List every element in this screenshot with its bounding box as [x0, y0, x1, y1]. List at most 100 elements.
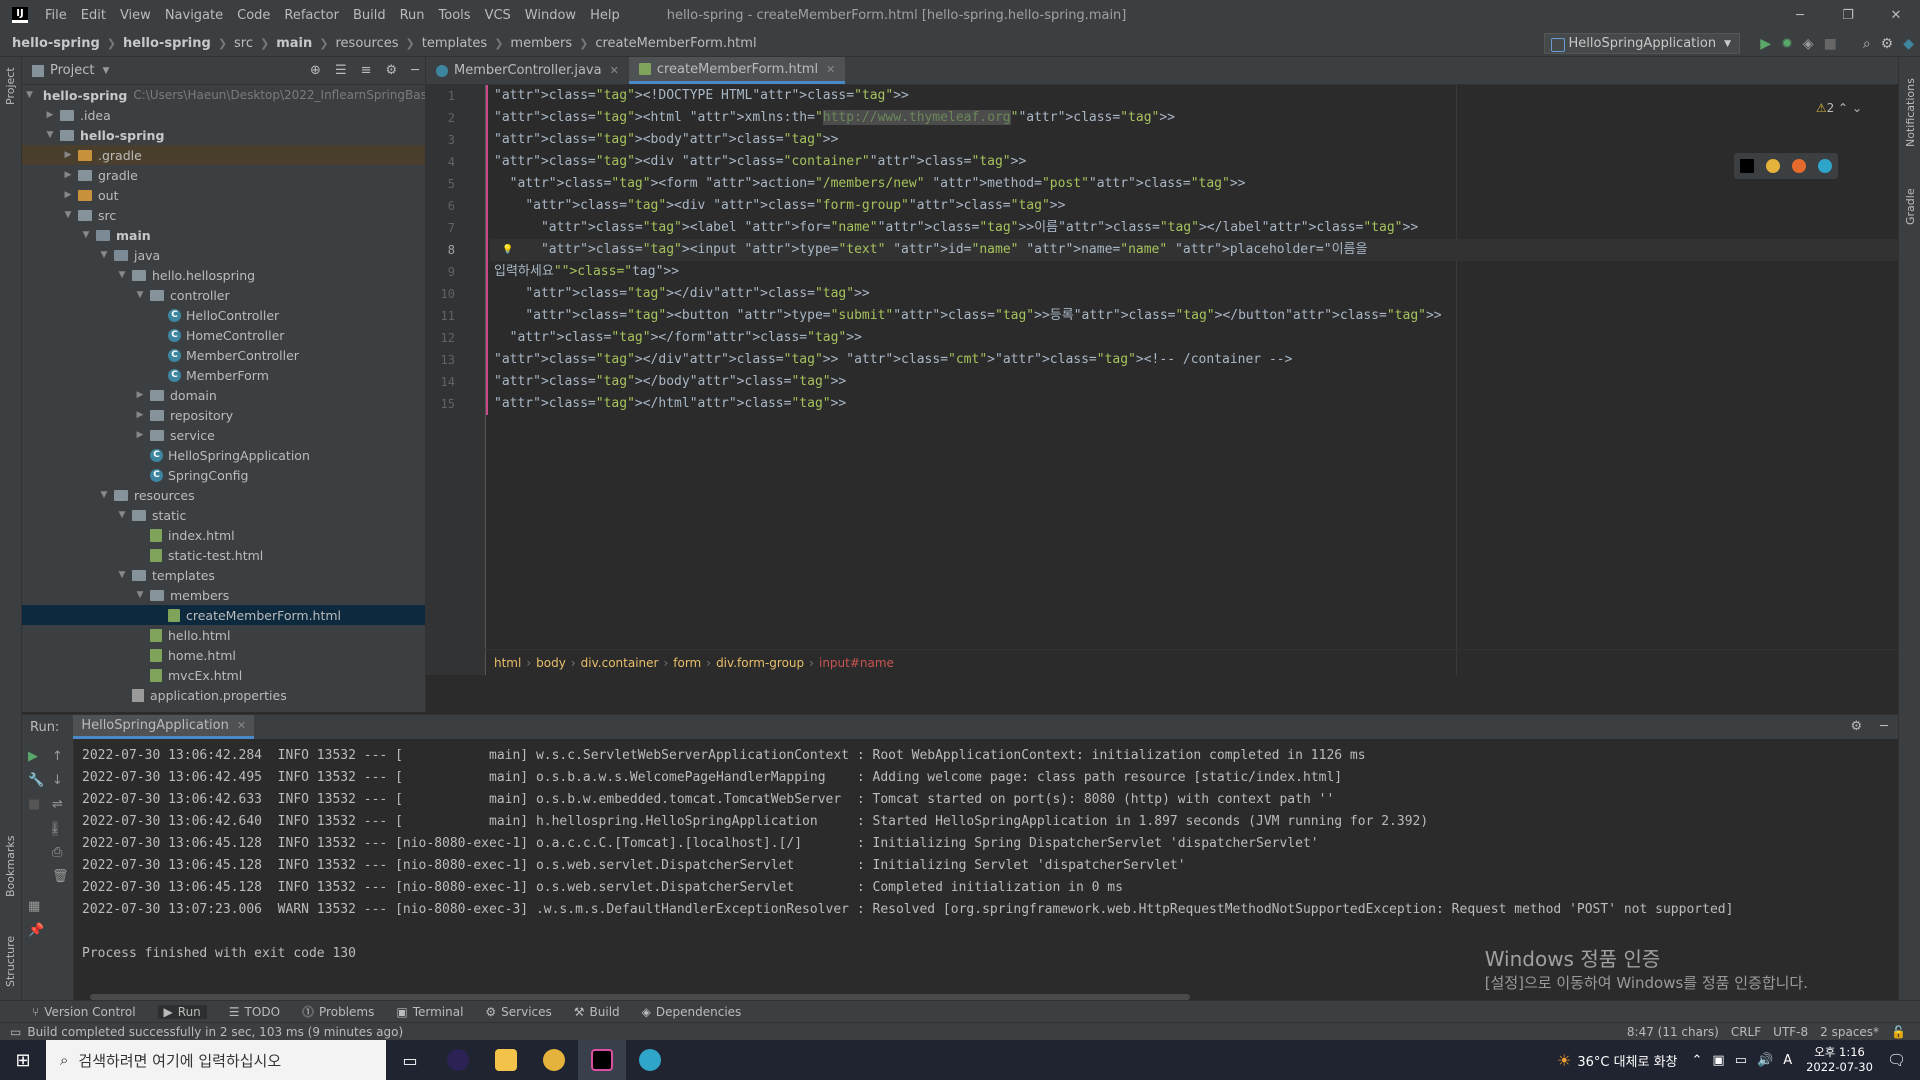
breadcrumb-item[interactable]: createMemberForm.html	[595, 36, 756, 51]
chevron-right-icon[interactable]: ▶	[44, 110, 56, 120]
stop-icon[interactable]: ■	[1824, 36, 1837, 52]
project-panel-title[interactable]: Project	[50, 63, 94, 78]
toolwindow-problems[interactable]: ⓵ Problems	[302, 1003, 374, 1020]
pin-icon[interactable]: 📌	[28, 923, 44, 938]
toolwindow-terminal[interactable]: ▣ Terminal	[396, 1005, 463, 1019]
intellij-browser-icon[interactable]	[1740, 159, 1754, 173]
gear-icon[interactable]: ⚙	[1881, 36, 1894, 52]
chevron-right-icon[interactable]: ▶	[134, 410, 146, 420]
gear-icon[interactable]: ⚙	[1851, 719, 1863, 734]
toolwindow-run[interactable]: ▶ Run	[157, 1004, 207, 1019]
tree-node[interactable]: ▶ .idea	[22, 105, 425, 125]
code-lines[interactable]: "attr">class="tag"><!DOCTYPE HTML"attr">…	[490, 85, 1898, 415]
chevron-right-icon[interactable]: ▶	[62, 190, 74, 200]
chevron-down-icon[interactable]: ▼	[102, 66, 109, 76]
search-icon[interactable]: ⌕	[1863, 36, 1871, 52]
print-icon[interactable]: ⎙	[52, 845, 62, 860]
tree-node[interactable]: ▼ main	[22, 225, 425, 245]
project-toolwindow-tab[interactable]: Project	[4, 67, 17, 105]
toolwindow-version-control[interactable]: ⑂ Version Control	[32, 1005, 136, 1019]
chevron-down-icon[interactable]: ▼	[98, 250, 110, 260]
tree-node[interactable]: C HelloController	[22, 305, 425, 325]
tree-node[interactable]: ▼ controller	[22, 285, 425, 305]
structure-path-item[interactable]: input#name	[819, 656, 894, 670]
toolwindow-services[interactable]: ⚙ Services	[485, 1005, 551, 1019]
clock[interactable]: 오후 1:16 2022-07-30	[1806, 1045, 1873, 1075]
tree-node[interactable]: C SpringConfig	[22, 465, 425, 485]
toolwindow-dependencies[interactable]: ◈ Dependencies	[642, 1005, 742, 1019]
gradle-toolwindow-tab[interactable]: Gradle	[1904, 188, 1917, 225]
code-line[interactable]: "attr">class="tag"><!DOCTYPE HTML"attr">…	[490, 85, 1898, 107]
tree-node[interactable]: ▼ hello.hellospring	[22, 265, 425, 285]
tree-node[interactable]: ▼ hello-spring	[22, 125, 425, 145]
code-line[interactable]: "attr">class="tag"></form"attr">class="t…	[490, 327, 1898, 349]
breadcrumb-item[interactable]: main	[276, 36, 312, 51]
expand-all-icon[interactable]: ☰	[335, 63, 347, 78]
windows-start-icon[interactable]: ⊞	[0, 1040, 46, 1080]
tree-node[interactable]: ▼ java	[22, 245, 425, 265]
tree-node[interactable]: home.html	[22, 645, 425, 665]
tree-node[interactable]: ▼ templates	[22, 565, 425, 585]
chevron-down-icon[interactable]: ▼	[116, 570, 128, 580]
chevron-right-icon[interactable]: ▶	[62, 150, 74, 160]
menu-item-build[interactable]: Build	[346, 8, 393, 23]
breadcrumb-item[interactable]: hello-spring	[123, 36, 211, 51]
tree-node[interactable]: createMemberForm.html	[22, 605, 425, 625]
gear-icon[interactable]: ⚙	[386, 63, 398, 78]
run-icon[interactable]: ▶	[1760, 36, 1771, 52]
soft-wrap-icon[interactable]: ⇌	[52, 797, 63, 812]
chevron-down-icon[interactable]: ▼	[80, 230, 92, 240]
toolwindow-build[interactable]: ⚒ Build	[574, 1005, 620, 1019]
structure-toolwindow-tab[interactable]: Structure	[4, 936, 17, 987]
trash-icon[interactable]: 🗑	[52, 869, 69, 884]
notification-center-icon[interactable]: 🗨	[1887, 1051, 1906, 1069]
tree-node[interactable]: ▼ static	[22, 505, 425, 525]
code-line[interactable]: "attr">class="tag"><div "attr">class="fo…	[490, 195, 1898, 217]
menu-item-run[interactable]: Run	[393, 8, 432, 23]
line-separator[interactable]: CRLF	[1731, 1025, 1761, 1039]
chrome-icon[interactable]	[1766, 159, 1780, 173]
file-explorer-icon[interactable]	[482, 1040, 530, 1080]
chevron-down-icon[interactable]: ▼	[26, 90, 33, 100]
maximize-button[interactable]: ❐	[1824, 0, 1872, 30]
collapse-all-icon[interactable]: ≡	[361, 63, 372, 78]
ime-indicator[interactable]: A	[1783, 1053, 1792, 1068]
plugin-icon[interactable]: ◆	[1903, 36, 1914, 52]
intellij-taskbar-icon[interactable]	[578, 1040, 626, 1080]
close-icon[interactable]: ✕	[826, 63, 835, 76]
tree-node[interactable]: ▶ repository	[22, 405, 425, 425]
menu-item-edit[interactable]: Edit	[74, 8, 113, 23]
indent-setting[interactable]: 2 spaces*	[1820, 1025, 1879, 1039]
tree-node[interactable]: ▼ hello-spring C:\Users\Haeun\Desktop\2022…	[22, 85, 425, 105]
edge-icon[interactable]	[1818, 159, 1832, 173]
breadcrumb-item[interactable]: src	[234, 36, 253, 51]
chevron-right-icon[interactable]: ▶	[134, 430, 146, 440]
wrench-icon[interactable]: 🔧	[28, 773, 44, 788]
tree-node[interactable]: ▶ service	[22, 425, 425, 445]
weather-text[interactable]: 36°C 대체로 화창	[1577, 1051, 1677, 1070]
tree-node[interactable]: ▶ out	[22, 185, 425, 205]
tree-node[interactable]: ▼ src	[22, 205, 425, 225]
debug-icon[interactable]: ✹	[1781, 36, 1793, 52]
chevron-down-icon[interactable]: ⌄	[1852, 101, 1862, 115]
chevron-down-icon[interactable]: ▼	[62, 210, 74, 220]
tree-node[interactable]: ▶ domain	[22, 385, 425, 405]
close-icon[interactable]: ✕	[237, 719, 246, 732]
network-icon[interactable]: ▣	[1712, 1053, 1724, 1068]
breadcrumb-item[interactable]: members	[510, 36, 572, 51]
close-button[interactable]: ✕	[1872, 0, 1920, 30]
volume-icon[interactable]: 🔊	[1757, 1053, 1773, 1068]
menu-item-help[interactable]: Help	[583, 8, 627, 23]
structure-path-item[interactable]: div.container	[581, 656, 659, 670]
locate-icon[interactable]: ⊕	[310, 63, 321, 78]
display-icon[interactable]: ▭	[1735, 1053, 1747, 1068]
code-line[interactable]: 입력하세요"">class="tag">>	[490, 261, 1898, 283]
tree-node[interactable]: ▼ resources	[22, 485, 425, 505]
chevron-up-icon[interactable]: ⌃	[1692, 1053, 1703, 1068]
menu-item-vcs[interactable]: VCS	[478, 8, 518, 23]
breadcrumb-item[interactable]: hello-spring	[12, 36, 100, 51]
chevron-down-icon[interactable]: ▼	[98, 490, 110, 500]
menu-item-view[interactable]: View	[113, 8, 158, 23]
breadcrumb-item[interactable]: templates	[422, 36, 487, 51]
hide-icon[interactable]: ─	[411, 63, 419, 78]
